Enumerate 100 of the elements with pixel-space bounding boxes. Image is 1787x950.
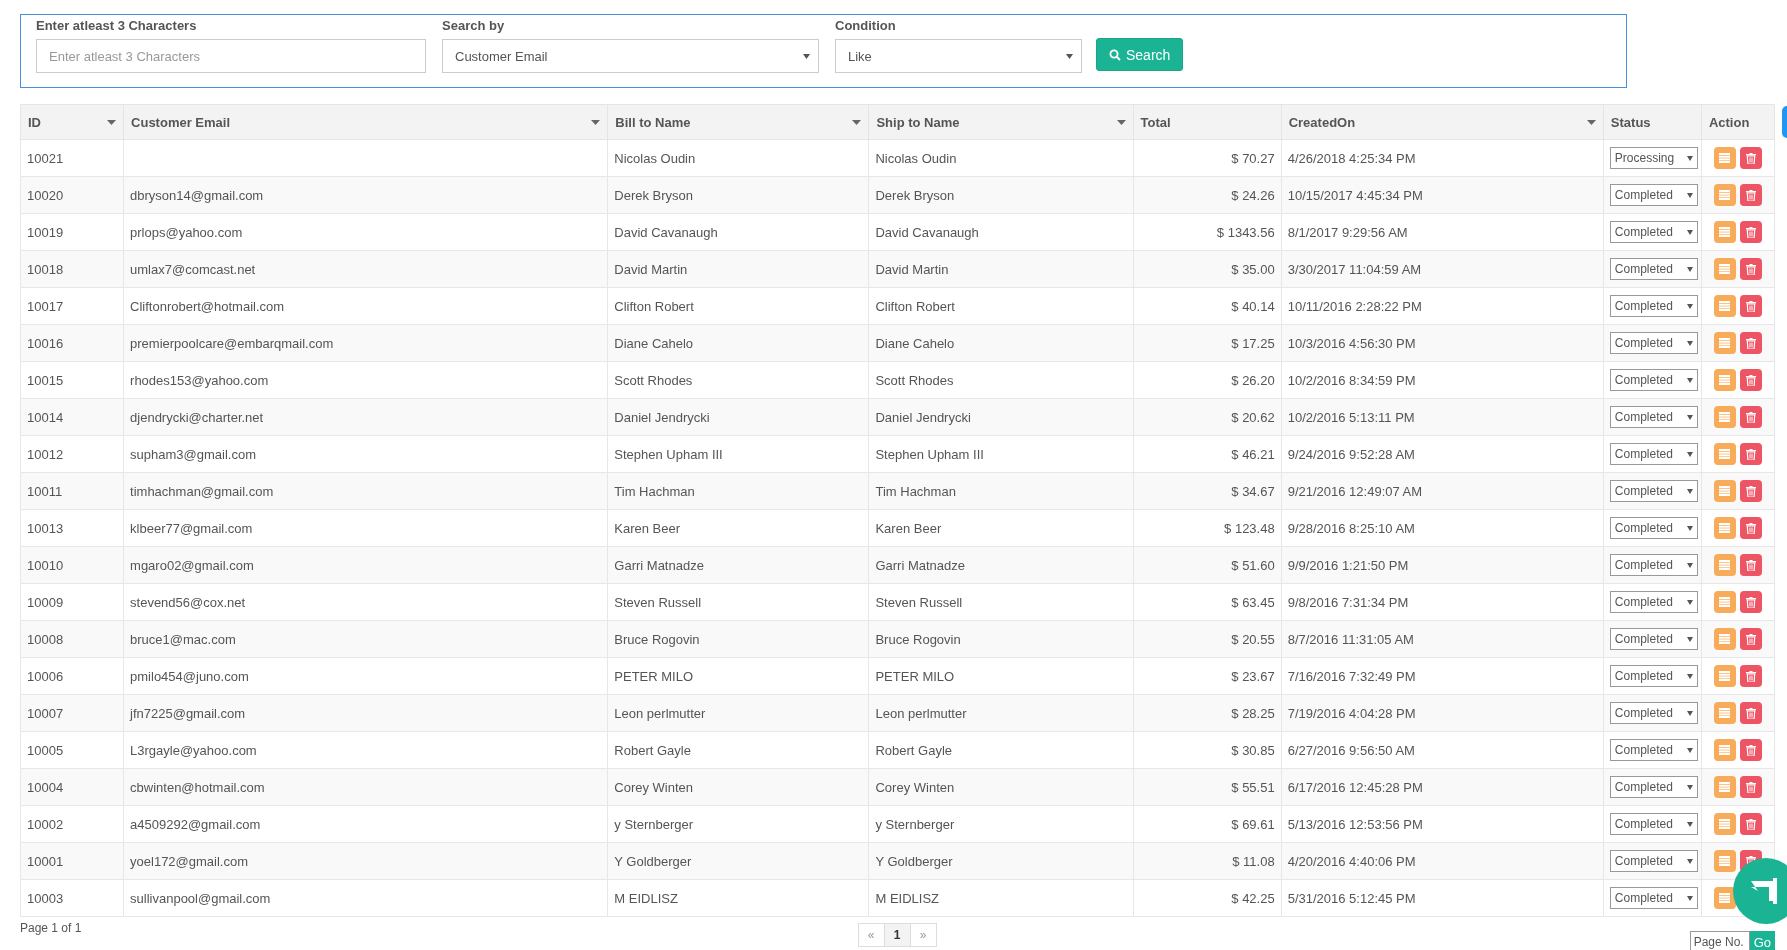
condition-dropdown[interactable]: Like xyxy=(835,39,1082,73)
delete-button[interactable] xyxy=(1739,554,1762,576)
search-icon xyxy=(1109,48,1121,61)
details-button[interactable] xyxy=(1713,258,1736,280)
details-button[interactable] xyxy=(1713,443,1736,465)
trash-icon xyxy=(1745,337,1756,349)
trash-icon xyxy=(1745,818,1756,830)
table-cell: stevend56@cox.net xyxy=(130,594,246,610)
trash-icon xyxy=(1745,189,1756,201)
delete-button[interactable] xyxy=(1739,517,1762,539)
caret-icon xyxy=(1686,451,1693,457)
table-cell: L3rgayle@yahoo.com xyxy=(130,742,257,758)
column-header[interactable]: ID xyxy=(20,104,124,140)
delete-button[interactable] xyxy=(1739,295,1762,317)
status-dropdown[interactable]: Completed xyxy=(1609,887,1698,909)
status-dropdown[interactable]: Completed xyxy=(1609,517,1698,539)
delete-button[interactable] xyxy=(1739,147,1762,169)
delete-button[interactable] xyxy=(1739,369,1762,391)
details-button[interactable] xyxy=(1713,887,1736,909)
list-icon xyxy=(1719,893,1731,903)
status-dropdown[interactable]: Completed xyxy=(1609,443,1698,465)
search-input-field[interactable]: Enter atleast 3 Characters xyxy=(36,39,426,73)
details-button[interactable] xyxy=(1713,517,1736,539)
delete-button[interactable] xyxy=(1739,332,1762,354)
details-button[interactable] xyxy=(1713,776,1736,798)
delete-button[interactable] xyxy=(1739,184,1762,206)
table-cell: 10002 xyxy=(27,816,64,832)
table-cell: Nicolas Oudin xyxy=(614,150,696,166)
list-icon xyxy=(1719,819,1731,829)
details-button[interactable] xyxy=(1713,702,1736,724)
details-button[interactable] xyxy=(1713,184,1736,206)
page-number-field[interactable]: Page No. xyxy=(1689,931,1750,950)
table-cell: Steven Russell xyxy=(875,594,963,610)
table-cell: Clifton Robert xyxy=(875,298,955,314)
table-cell: 10005 xyxy=(27,742,64,758)
table-cell: Garri Matnadze xyxy=(875,557,966,573)
delete-button[interactable] xyxy=(1739,406,1762,428)
table-cell: Daniel Jendrycki xyxy=(875,409,971,425)
table-cell: $ 35.00 xyxy=(1231,261,1275,277)
details-button[interactable] xyxy=(1713,813,1736,835)
delete-button[interactable] xyxy=(1739,443,1762,465)
status-dropdown[interactable]: Completed xyxy=(1609,591,1698,613)
details-button[interactable] xyxy=(1713,554,1736,576)
table-cell: 10/2/2016 5:13:11 PM xyxy=(1287,409,1415,425)
delete-button[interactable] xyxy=(1739,258,1762,280)
table-cell: Corey Winten xyxy=(614,779,694,795)
details-button[interactable] xyxy=(1713,628,1736,650)
list-icon xyxy=(1719,190,1731,200)
table-cell: M EIDLISZ xyxy=(614,890,678,906)
table-cell: Daniel Jendrycki xyxy=(614,409,710,425)
details-button[interactable] xyxy=(1713,221,1736,243)
floating-action-button[interactable] xyxy=(1733,858,1787,924)
column-header[interactable]: CreatedOn xyxy=(1281,104,1604,140)
status-dropdown[interactable]: Completed xyxy=(1609,813,1698,835)
status-dropdown[interactable]: Completed xyxy=(1609,295,1698,317)
details-button[interactable] xyxy=(1713,665,1736,687)
search-by-dropdown[interactable]: Customer Email xyxy=(442,39,819,73)
table-cell: David Martin xyxy=(875,261,949,277)
details-button[interactable] xyxy=(1713,850,1736,872)
status-dropdown[interactable]: Completed xyxy=(1609,480,1698,502)
details-button[interactable] xyxy=(1713,369,1736,391)
delete-button[interactable] xyxy=(1739,221,1762,243)
column-header[interactable]: Customer Email xyxy=(123,104,608,140)
table-cell: $ 51.60 xyxy=(1231,557,1275,573)
delete-button[interactable] xyxy=(1739,628,1762,650)
status-dropdown[interactable]: Completed xyxy=(1609,776,1698,798)
delete-button[interactable] xyxy=(1739,480,1762,502)
details-button[interactable] xyxy=(1713,480,1736,502)
status-dropdown[interactable]: Completed xyxy=(1609,406,1698,428)
status-dropdown[interactable]: Processing xyxy=(1609,147,1698,169)
trash-icon xyxy=(1745,448,1756,460)
column-header[interactable]: Bill to Name xyxy=(607,104,869,140)
details-button[interactable] xyxy=(1713,332,1736,354)
status-dropdown[interactable]: Completed xyxy=(1609,665,1698,687)
column-header: Status xyxy=(1603,104,1702,140)
status-dropdown[interactable]: Completed xyxy=(1609,739,1698,761)
details-button[interactable] xyxy=(1713,591,1736,613)
pagination-button[interactable]: 1 xyxy=(883,923,911,947)
status-dropdown[interactable]: Completed xyxy=(1609,258,1698,280)
column-header[interactable]: Ship to Name xyxy=(868,104,1134,140)
details-button[interactable] xyxy=(1713,147,1736,169)
delete-button[interactable] xyxy=(1739,813,1762,835)
status-dropdown[interactable]: Completed xyxy=(1609,221,1698,243)
delete-button[interactable] xyxy=(1739,739,1762,761)
status-dropdown[interactable]: Completed xyxy=(1609,554,1698,576)
caret-icon xyxy=(1686,525,1693,531)
details-button[interactable] xyxy=(1713,739,1736,761)
details-button[interactable] xyxy=(1713,406,1736,428)
details-button[interactable] xyxy=(1713,295,1736,317)
delete-button[interactable] xyxy=(1739,591,1762,613)
status-dropdown[interactable]: Completed xyxy=(1609,184,1698,206)
status-dropdown[interactable]: Completed xyxy=(1609,628,1698,650)
delete-button[interactable] xyxy=(1739,665,1762,687)
delete-button[interactable] xyxy=(1739,776,1762,798)
column-header: Action xyxy=(1701,104,1775,140)
status-dropdown[interactable]: Completed xyxy=(1609,369,1698,391)
status-dropdown[interactable]: Completed xyxy=(1609,702,1698,724)
delete-button[interactable] xyxy=(1739,702,1762,724)
status-dropdown[interactable]: Completed xyxy=(1609,850,1698,872)
status-dropdown[interactable]: Completed xyxy=(1609,332,1698,354)
